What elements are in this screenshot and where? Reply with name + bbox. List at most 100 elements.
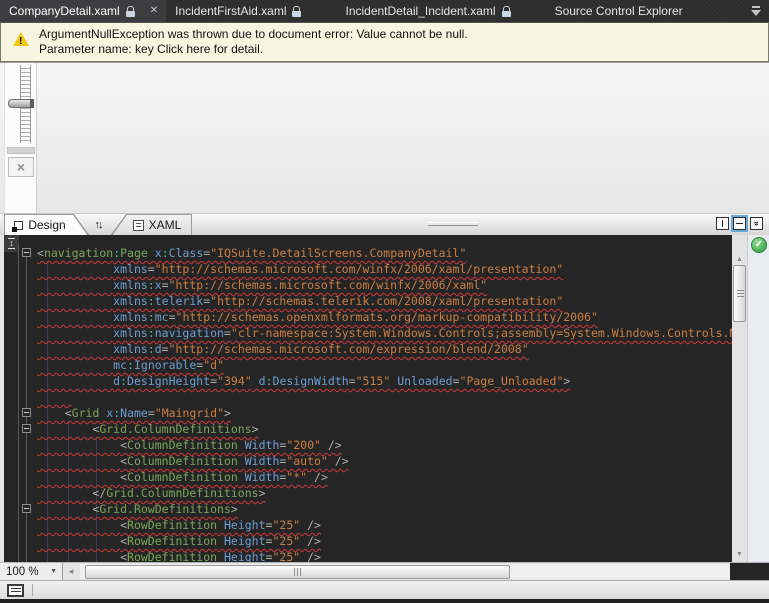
code-line[interactable]: <ColumnDefinition Width="200" /> [4,437,732,453]
horizontal-scrollbar-track[interactable] [80,564,730,579]
code-line[interactable]: xmlns="http://schemas.microsoft.com/winf… [4,261,732,277]
fold-margin [18,501,34,517]
code-line[interactable]: xmlns:telerik="http://schemas.telerik.co… [4,293,732,309]
fold-margin [18,341,34,357]
selection-margin [4,437,18,453]
scroll-up-icon[interactable]: ▲ [732,256,747,263]
code-line[interactable]: <RowDefinition Height="25" /> [4,533,732,549]
zoom-to-fit-icon: × [16,159,26,175]
fold-margin [18,453,34,469]
designer-zoom-column: × [4,63,37,213]
fold-margin [18,549,34,562]
selection-margin [4,517,18,533]
zoom-to-fit-button[interactable]: × [8,157,34,177]
document-tab[interactable]: IncidentFirstAid.xaml [166,0,336,22]
fold-margin [18,277,34,293]
code-line[interactable]: <Grid.ColumnDefinitions> [4,421,732,437]
warning-text-line2: Parameter name: key Click here for detai… [39,42,264,56]
code-line[interactable] [4,389,732,405]
document-tab[interactable]: CompanyDetail.xaml ✕ [0,0,167,22]
selection-margin [4,485,18,501]
fold-collapse-icon[interactable] [22,504,31,513]
code-line[interactable]: <navigation:Page x:Class="IQSuite.Detail… [4,245,732,261]
split-vertical-button[interactable] [716,217,729,230]
lock-icon [292,6,302,17]
editor-vertical-scrollbar[interactable]: ▲ ▼ [732,235,747,562]
editor-annotation-strip: ✓ [747,235,769,562]
code-line-text: d:DesignHeight="394" d:DesignWidth="515"… [113,374,571,388]
splitter-grip[interactable] [428,222,478,226]
split-horizontal-button[interactable] [731,215,748,232]
document-error-warning-bar[interactable]: ArgumentNullException was thrown due to … [0,22,769,62]
code-line[interactable]: <Grid.RowDefinitions> [4,501,732,517]
fold-collapse-icon[interactable] [22,424,31,433]
code-line[interactable]: <ColumnDefinition Width="auto" /> [4,453,732,469]
selection-margin [4,261,18,277]
code-line-text: <ColumnDefinition Width="auto" /> [120,454,349,468]
fold-margin [18,293,34,309]
code-line[interactable]: <ColumnDefinition Width="*" /> [4,469,732,485]
fold-margin [18,485,34,501]
editor-zoom-combobox[interactable]: 100 % ▼ [0,563,63,580]
code-lines: <navigation:Page x:Class="IQSuite.Detail… [4,245,732,562]
vertical-scrollbar-thumb[interactable] [733,265,746,322]
lock-icon [125,6,135,17]
tab-list-dropdown-icon[interactable] [751,6,761,16]
fold-margin [18,357,34,373]
design-surface[interactable]: × [0,62,769,213]
xaml-view-icon [132,219,144,231]
code-line-text: xmlns:navigation="clr-namespace:System.W… [113,326,732,340]
scroll-left-icon[interactable]: ◄ [67,567,75,576]
design-view-icon [12,220,24,232]
code-line[interactable]: xmlns:navigation="clr-namespace:System.W… [4,325,732,341]
selection-margin [4,501,18,517]
code-line[interactable]: xmlns:x="http://schemas.microsoft.com/wi… [4,277,732,293]
fold-margin [18,325,34,341]
collapse-pane-button[interactable]: » [750,217,763,230]
fold-margin [18,389,34,405]
code-line[interactable]: d:DesignHeight="394" d:DesignWidth="515"… [4,373,732,389]
code-line-text: xmlns:telerik="http://schemas.telerik.co… [113,294,564,308]
document-tab-label: Source Control Explorer [554,4,683,18]
selection-margin [4,453,18,469]
fold-margin [18,469,34,485]
zoom-dropdown-icon: ▼ [50,568,57,575]
code-line-text: <Grid.ColumnDefinitions> [92,422,259,436]
zoom-slider-thumb[interactable] [8,99,34,108]
tab-design[interactable]: Design [4,214,90,236]
output-panel-icon[interactable] [7,584,24,597]
code-line[interactable]: <RowDefinition Height="25" /> [4,517,732,533]
code-line-text: </Grid.ColumnDefinitions> [92,486,266,500]
document-tab[interactable]: Source Control Explorer [546,0,713,22]
swap-panes-button[interactable]: ↑↓ [88,214,110,236]
swap-arrows-icon: ↑↓ [94,219,104,231]
fold-margin [18,261,34,277]
code-line[interactable]: mc:Ignorable="d" [4,357,732,373]
scrollbar-corner [730,563,769,580]
code-line-text: <RowDefinition Height="25" /> [120,518,321,532]
fold-collapse-icon[interactable] [22,248,31,257]
selection-margin [4,293,18,309]
code-line[interactable]: xmlns:mc="http://schemas.openxmlformats.… [4,309,732,325]
code-line[interactable]: <RowDefinition Height="25" /> [4,549,732,562]
code-line[interactable]: </Grid.ColumnDefinitions> [4,485,732,501]
close-icon[interactable]: ✕ [150,6,158,16]
fold-collapse-icon[interactable] [22,408,31,417]
tab-xaml[interactable]: XAML [110,214,192,236]
selection-margin [4,405,18,421]
document-tab-label: IncidentDetail_Incident.xaml [345,4,496,18]
scroll-down-icon[interactable]: ▼ [732,551,747,558]
horizontal-scrollbar-thumb[interactable] [85,565,510,579]
document-tab[interactable]: IncidentDetail_Incident.xaml [336,0,545,22]
selection-margin [4,341,18,357]
tab-xaml-label: XAML [148,218,182,232]
fold-margin [18,245,34,261]
code-line-text: xmlns:mc="http://schemas.openxmlformats.… [113,310,598,324]
xaml-code-editor[interactable]: <navigation:Page x:Class="IQSuite.Detail… [0,235,769,562]
code-line[interactable]: xmlns:d="http://schemas.microsoft.com/ex… [4,341,732,357]
selection-margin [4,421,18,437]
code-line[interactable]: <Grid x:Name="Maingrid"> [4,405,732,421]
pane-layout-buttons: » [716,215,763,232]
document-health-check-icon[interactable]: ✓ [751,237,767,253]
toolbar-separator [32,584,33,596]
